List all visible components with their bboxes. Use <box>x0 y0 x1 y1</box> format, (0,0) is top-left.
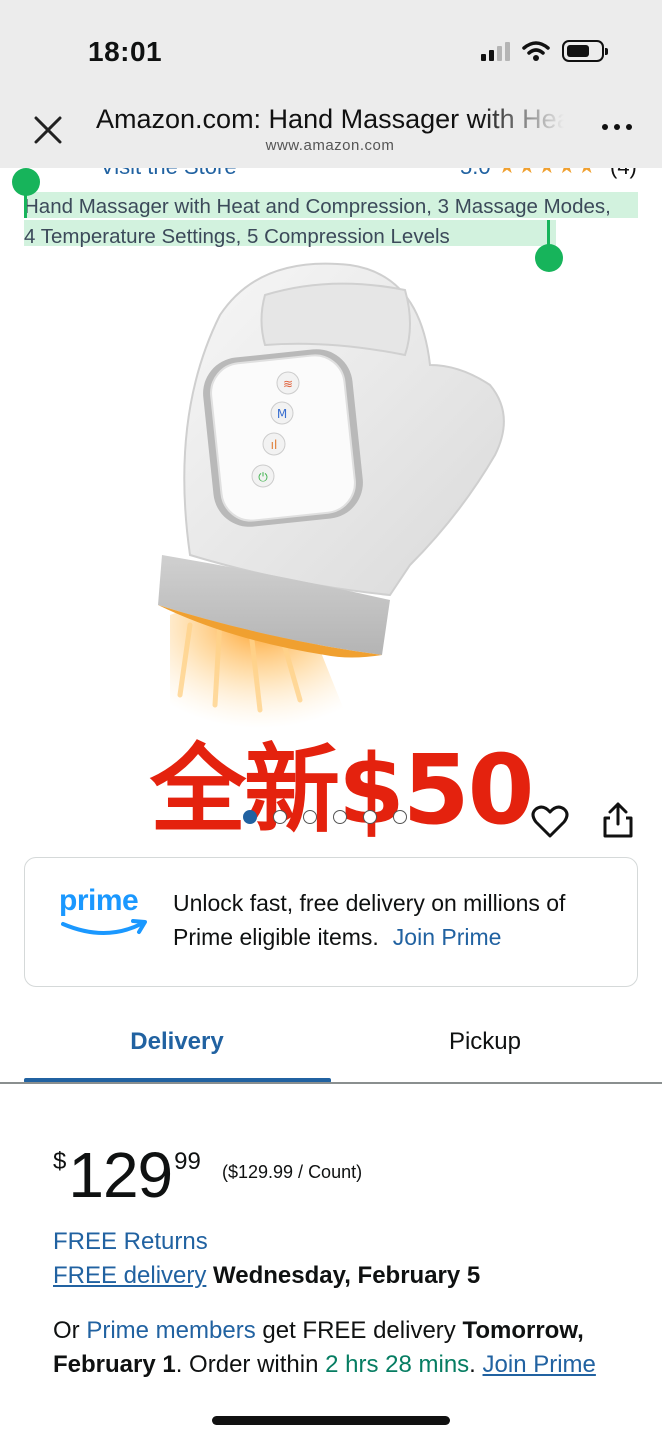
product-image[interactable]: ≋ M ıl ⏻ <box>150 255 510 735</box>
carousel-dot[interactable] <box>303 810 317 824</box>
price-fraction: 99 <box>174 1148 201 1175</box>
carousel-dot[interactable] <box>243 810 257 824</box>
svg-text:M: M <box>277 407 287 421</box>
carousel-dot[interactable] <box>363 810 377 824</box>
free-returns-link[interactable]: FREE Returns <box>53 1228 208 1256</box>
store-row: Visit the Store 5.0 ★★★★★ (4) <box>0 168 662 180</box>
carousel-dot[interactable] <box>393 810 407 824</box>
unit-price: ($129.99 / Count) <box>222 1162 363 1182</box>
svg-text:⏻: ⏻ <box>258 470 268 484</box>
price-whole: 129 <box>68 1139 173 1211</box>
rating-value: 5.0 <box>460 168 491 180</box>
rating-count[interactable]: (4) <box>610 168 637 180</box>
join-prime-link[interactable]: Join Prime <box>393 924 502 950</box>
prime-smile-icon <box>61 919 147 935</box>
browser-header: 18:01 Amazon.com: Hand Massager with Hea… <box>0 0 662 168</box>
selection-end-handle[interactable] <box>535 244 563 272</box>
svg-text:≋: ≋ <box>283 377 293 391</box>
heart-icon[interactable] <box>530 802 570 842</box>
svg-text:ıl: ıl <box>271 438 278 452</box>
close-icon[interactable] <box>30 112 66 148</box>
image-carousel-dots[interactable] <box>243 810 407 824</box>
join-prime-link-2[interactable]: Join Prime <box>483 1351 596 1378</box>
prime-delivery-info: Or Prime members get FREE delivery Tomor… <box>53 1317 596 1378</box>
divider <box>0 1082 662 1084</box>
product-title[interactable]: Hand Massager with Heat and Compression,… <box>24 192 624 252</box>
status-icons <box>481 40 608 62</box>
carousel-dot[interactable] <box>333 810 347 824</box>
price-symbol: $ <box>53 1148 67 1175</box>
status-time: 18:01 <box>88 36 163 67</box>
delivery-date: Wednesday, February 5 <box>213 1262 481 1289</box>
prime-logo: prime <box>59 884 153 944</box>
prime-promo-text: Unlock fast, free delivery on millions o… <box>173 890 566 950</box>
share-icon[interactable] <box>600 800 636 840</box>
prime-members-link[interactable]: Prime members <box>86 1317 255 1344</box>
battery-icon <box>562 40 608 62</box>
fulfillment-tabs: Delivery Pickup <box>0 1020 662 1084</box>
wifi-icon <box>522 41 550 61</box>
tab-pickup[interactable]: Pickup <box>332 1020 638 1082</box>
star-rating-icon: ★★★★★ <box>498 168 598 179</box>
page-title: Amazon.com: Hand Massager with Heat <box>96 104 564 134</box>
cellular-signal-icon <box>481 41 510 61</box>
carousel-dot[interactable] <box>273 810 287 824</box>
home-indicator[interactable] <box>212 1416 450 1425</box>
page-url: www.amazon.com <box>265 137 395 154</box>
delivery-info: FREE delivery Wednesday, February 5 <box>53 1262 480 1290</box>
visit-store-link[interactable]: Visit the Store <box>100 168 237 180</box>
free-delivery-link[interactable]: FREE delivery <box>53 1262 206 1289</box>
price: $ 129 99 <box>53 1140 201 1210</box>
tab-delivery[interactable]: Delivery <box>24 1020 330 1082</box>
prime-promo-box[interactable]: prime Unlock fast, free delivery on mill… <box>24 857 638 987</box>
order-countdown: 2 hrs 28 mins <box>325 1351 470 1378</box>
selection-start-handle[interactable] <box>12 168 40 196</box>
more-options-icon[interactable] <box>602 124 632 130</box>
price-overlay-text: 全新$50 <box>150 734 534 846</box>
